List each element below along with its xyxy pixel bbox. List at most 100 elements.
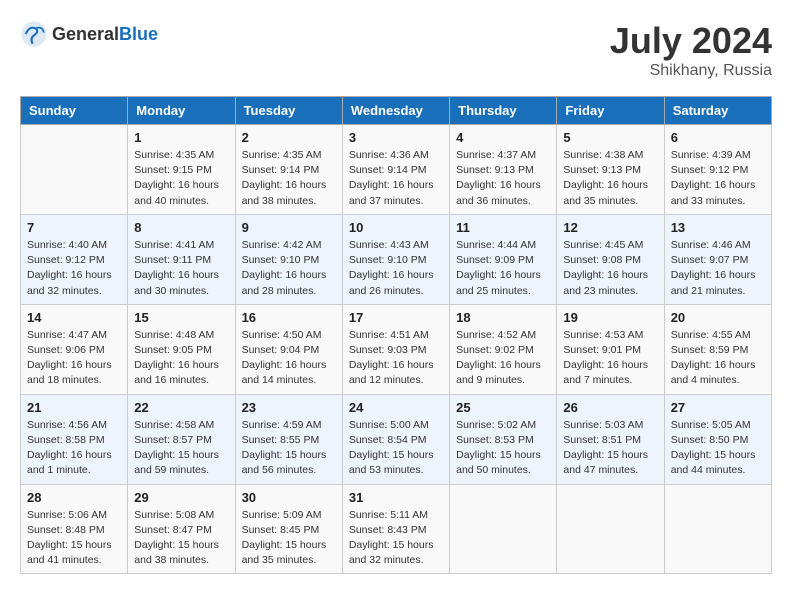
- day-number: 14: [27, 310, 121, 325]
- day-info: Sunrise: 4:39 AMSunset: 9:12 PMDaylight:…: [671, 148, 765, 209]
- calendar-cell: 13 Sunrise: 4:46 AMSunset: 9:07 PMDayligh…: [664, 214, 771, 304]
- calendar-cell: 17 Sunrise: 4:51 AMSunset: 9:03 PMDayligh…: [342, 304, 449, 394]
- day-number: 19: [563, 310, 657, 325]
- day-number: 4: [456, 130, 550, 145]
- day-number: 22: [134, 400, 228, 415]
- day-number: 2: [242, 130, 336, 145]
- day-number: 20: [671, 310, 765, 325]
- calendar-title: July 2024: [610, 20, 772, 62]
- calendar-week-row: 7 Sunrise: 4:40 AMSunset: 9:12 PMDaylight…: [21, 214, 772, 304]
- day-number: 15: [134, 310, 228, 325]
- weekday-header-saturday: Saturday: [664, 97, 771, 125]
- day-info: Sunrise: 5:11 AMSunset: 8:43 PMDaylight:…: [349, 508, 443, 569]
- calendar-cell: [21, 125, 128, 215]
- day-info: Sunrise: 5:09 AMSunset: 8:45 PMDaylight:…: [242, 508, 336, 569]
- day-number: 30: [242, 490, 336, 505]
- day-number: 24: [349, 400, 443, 415]
- calendar-location: Shikhany, Russia: [610, 62, 772, 80]
- day-info: Sunrise: 4:59 AMSunset: 8:55 PMDaylight:…: [242, 418, 336, 479]
- day-number: 5: [563, 130, 657, 145]
- day-number: 16: [242, 310, 336, 325]
- calendar-cell: 27 Sunrise: 5:05 AMSunset: 8:50 PMDayligh…: [664, 394, 771, 484]
- calendar-cell: 30 Sunrise: 5:09 AMSunset: 8:45 PMDayligh…: [235, 484, 342, 574]
- day-info: Sunrise: 4:51 AMSunset: 9:03 PMDaylight:…: [349, 328, 443, 389]
- day-number: 25: [456, 400, 550, 415]
- calendar-cell: 12 Sunrise: 4:45 AMSunset: 9:08 PMDayligh…: [557, 214, 664, 304]
- day-number: 3: [349, 130, 443, 145]
- calendar-cell: 9 Sunrise: 4:42 AMSunset: 9:10 PMDaylight…: [235, 214, 342, 304]
- day-info: Sunrise: 4:46 AMSunset: 9:07 PMDaylight:…: [671, 238, 765, 299]
- day-number: 23: [242, 400, 336, 415]
- day-info: Sunrise: 5:05 AMSunset: 8:50 PMDaylight:…: [671, 418, 765, 479]
- day-info: Sunrise: 4:52 AMSunset: 9:02 PMDaylight:…: [456, 328, 550, 389]
- calendar-week-row: 28 Sunrise: 5:06 AMSunset: 8:48 PMDayligh…: [21, 484, 772, 574]
- weekday-header-thursday: Thursday: [450, 97, 557, 125]
- day-info: Sunrise: 4:36 AMSunset: 9:14 PMDaylight:…: [349, 148, 443, 209]
- calendar-cell: 25 Sunrise: 5:02 AMSunset: 8:53 PMDayligh…: [450, 394, 557, 484]
- weekday-header-row: SundayMondayTuesdayWednesdayThursdayFrid…: [21, 97, 772, 125]
- calendar-cell: 20 Sunrise: 4:55 AMSunset: 8:59 PMDayligh…: [664, 304, 771, 394]
- day-number: 31: [349, 490, 443, 505]
- day-info: Sunrise: 4:37 AMSunset: 9:13 PMDaylight:…: [456, 148, 550, 209]
- logo-icon: [20, 20, 48, 48]
- day-info: Sunrise: 4:53 AMSunset: 9:01 PMDaylight:…: [563, 328, 657, 389]
- calendar-week-row: 21 Sunrise: 4:56 AMSunset: 8:58 PMDayligh…: [21, 394, 772, 484]
- calendar-cell: 22 Sunrise: 4:58 AMSunset: 8:57 PMDayligh…: [128, 394, 235, 484]
- calendar-cell: 6 Sunrise: 4:39 AMSunset: 9:12 PMDaylight…: [664, 125, 771, 215]
- day-info: Sunrise: 4:55 AMSunset: 8:59 PMDaylight:…: [671, 328, 765, 389]
- day-info: Sunrise: 5:03 AMSunset: 8:51 PMDaylight:…: [563, 418, 657, 479]
- day-info: Sunrise: 4:42 AMSunset: 9:10 PMDaylight:…: [242, 238, 336, 299]
- day-number: 29: [134, 490, 228, 505]
- day-number: 8: [134, 220, 228, 235]
- calendar-cell: 2 Sunrise: 4:35 AMSunset: 9:14 PMDaylight…: [235, 125, 342, 215]
- day-number: 11: [456, 220, 550, 235]
- day-info: Sunrise: 4:35 AMSunset: 9:14 PMDaylight:…: [242, 148, 336, 209]
- logo-text: GeneralBlue: [52, 24, 158, 45]
- day-info: Sunrise: 4:56 AMSunset: 8:58 PMDaylight:…: [27, 418, 121, 479]
- day-number: 13: [671, 220, 765, 235]
- calendar-week-row: 14Sunrise: 4:47 AMSunset: 9:06 PMDayligh…: [21, 304, 772, 394]
- calendar-cell: 15 Sunrise: 4:48 AMSunset: 9:05 PMDayligh…: [128, 304, 235, 394]
- day-info: Sunrise: 4:48 AMSunset: 9:05 PMDaylight:…: [134, 328, 228, 389]
- calendar-cell: 23 Sunrise: 4:59 AMSunset: 8:55 PMDayligh…: [235, 394, 342, 484]
- day-number: 28: [27, 490, 121, 505]
- day-number: 21: [27, 400, 121, 415]
- calendar-cell: 28 Sunrise: 5:06 AMSunset: 8:48 PMDayligh…: [21, 484, 128, 574]
- day-number: 7: [27, 220, 121, 235]
- day-info: Sunrise: 5:06 AMSunset: 8:48 PMDaylight:…: [27, 508, 121, 569]
- calendar-cell: 8Sunrise: 4:41 AMSunset: 9:11 PMDaylight…: [128, 214, 235, 304]
- day-number: 17: [349, 310, 443, 325]
- day-number: 12: [563, 220, 657, 235]
- calendar-cell: 26Sunrise: 5:03 AMSunset: 8:51 PMDayligh…: [557, 394, 664, 484]
- calendar-cell: 29Sunrise: 5:08 AMSunset: 8:47 PMDayligh…: [128, 484, 235, 574]
- day-info: Sunrise: 4:40 AMSunset: 9:12 PMDaylight:…: [27, 238, 121, 299]
- day-number: 1: [134, 130, 228, 145]
- weekday-header-friday: Friday: [557, 97, 664, 125]
- day-info: Sunrise: 4:35 AMSunset: 9:15 PMDaylight:…: [134, 148, 228, 209]
- day-info: Sunrise: 5:02 AMSunset: 8:53 PMDaylight:…: [456, 418, 550, 479]
- weekday-header-wednesday: Wednesday: [342, 97, 449, 125]
- day-info: Sunrise: 4:45 AMSunset: 9:08 PMDaylight:…: [563, 238, 657, 299]
- calendar-cell: 16 Sunrise: 4:50 AMSunset: 9:04 PMDayligh…: [235, 304, 342, 394]
- day-info: Sunrise: 4:58 AMSunset: 8:57 PMDaylight:…: [134, 418, 228, 479]
- day-number: 6: [671, 130, 765, 145]
- logo-blue: Blue: [119, 24, 158, 44]
- weekday-header-tuesday: Tuesday: [235, 97, 342, 125]
- day-info: Sunrise: 4:50 AMSunset: 9:04 PMDaylight:…: [242, 328, 336, 389]
- calendar-cell: [664, 484, 771, 574]
- calendar-cell: 24Sunrise: 5:00 AMSunset: 8:54 PMDayligh…: [342, 394, 449, 484]
- calendar-cell: 5 Sunrise: 4:38 AMSunset: 9:13 PMDaylight…: [557, 125, 664, 215]
- calendar-cell: 31 Sunrise: 5:11 AMSunset: 8:43 PMDayligh…: [342, 484, 449, 574]
- day-number: 18: [456, 310, 550, 325]
- day-number: 10: [349, 220, 443, 235]
- calendar-cell: 11Sunrise: 4:44 AMSunset: 9:09 PMDayligh…: [450, 214, 557, 304]
- calendar-table: SundayMondayTuesdayWednesdayThursdayFrid…: [20, 96, 772, 574]
- day-info: Sunrise: 4:38 AMSunset: 9:13 PMDaylight:…: [563, 148, 657, 209]
- page-header: GeneralBlue July 2024 Shikhany, Russia: [20, 20, 772, 80]
- calendar-cell: 10Sunrise: 4:43 AMSunset: 9:10 PMDayligh…: [342, 214, 449, 304]
- day-number: 27: [671, 400, 765, 415]
- calendar-cell: 1 Sunrise: 4:35 AMSunset: 9:15 PMDaylight…: [128, 125, 235, 215]
- day-number: 9: [242, 220, 336, 235]
- weekday-header-monday: Monday: [128, 97, 235, 125]
- calendar-cell: 4 Sunrise: 4:37 AMSunset: 9:13 PMDaylight…: [450, 125, 557, 215]
